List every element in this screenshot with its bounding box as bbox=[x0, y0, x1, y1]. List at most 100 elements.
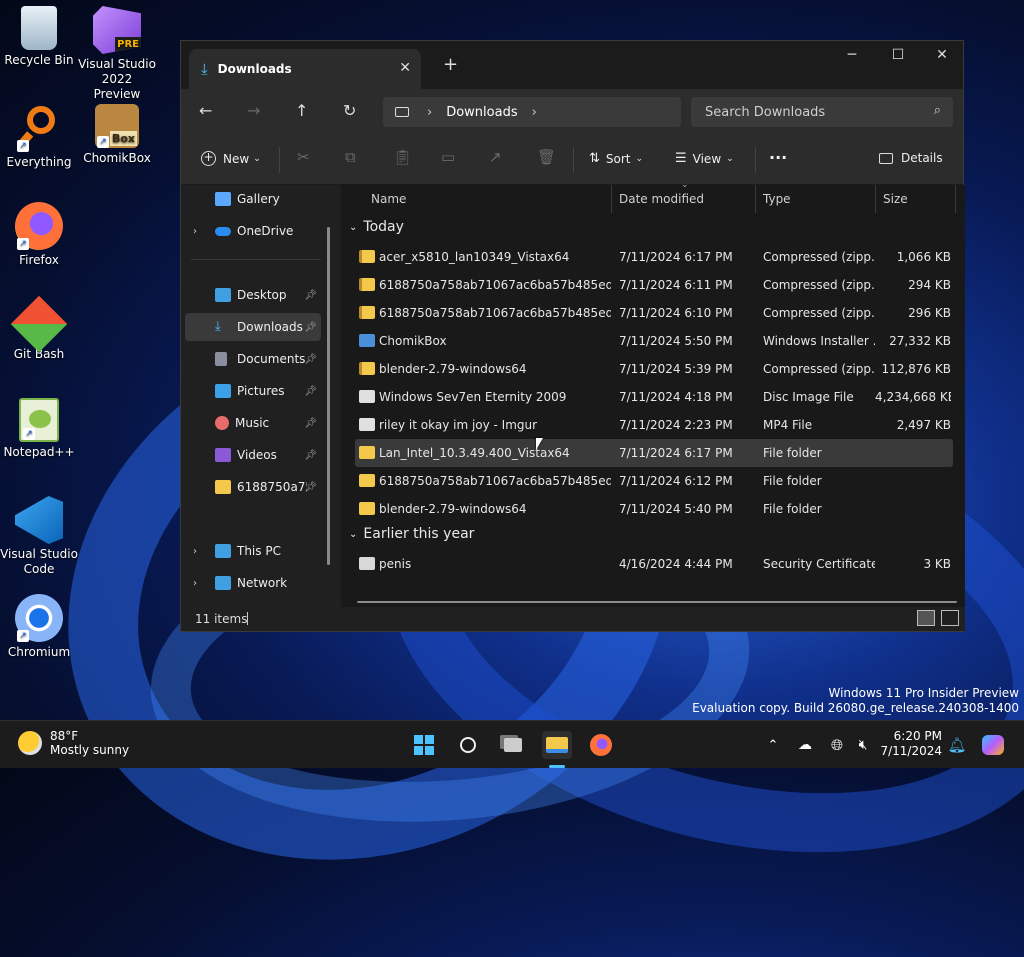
nav-item-music[interactable]: Music 📌︎ bbox=[185, 409, 321, 437]
search-input[interactable]: Search Downloads bbox=[705, 105, 825, 120]
nav-item-downloads[interactable]: ⤓ Downloads 📌︎ bbox=[185, 313, 321, 341]
column-header-type[interactable]: Type bbox=[763, 185, 791, 213]
horizontal-scrollbar[interactable] bbox=[357, 601, 957, 603]
file-row[interactable]: penis 4/16/2024 4:44 PM Security Certifica… bbox=[355, 550, 953, 578]
share-icon[interactable]: ↗ bbox=[489, 148, 502, 166]
rename-icon[interactable]: ▭ bbox=[441, 148, 455, 166]
view-button[interactable]: ☰ View ⌄ bbox=[675, 151, 734, 166]
nav-item-desktop[interactable]: Desktop 📌︎ bbox=[185, 281, 321, 309]
file-row[interactable]: Lan_Intel_10.3.49.400_Vistax64 7/11/2024 … bbox=[355, 439, 953, 467]
notepad-plus-plus-icon: ↗ bbox=[19, 398, 59, 442]
nav-item-pictures[interactable]: Pictures 📌︎ bbox=[185, 377, 321, 405]
volume-muted-icon[interactable]: 🔇︎ bbox=[848, 731, 878, 759]
desktop-icon-vscode[interactable]: ↗ Visual Studio Code bbox=[0, 496, 78, 577]
group-header-today[interactable]: ⌄ Today bbox=[349, 219, 404, 235]
weather-widget[interactable]: 88°F Mostly sunny bbox=[18, 729, 129, 757]
details-pane-button[interactable]: Details bbox=[879, 151, 943, 165]
desktop-icon-notepad-plus-plus[interactable]: ↗ Notepad++ bbox=[0, 398, 78, 460]
task-view-button[interactable] bbox=[498, 731, 528, 759]
pin-icon[interactable]: 📌︎ bbox=[304, 386, 317, 397]
close-tab-icon[interactable]: ✕ bbox=[399, 60, 411, 76]
refresh-button[interactable]: ↻ bbox=[343, 101, 356, 120]
nav-label: Documents bbox=[237, 352, 306, 366]
column-header-name[interactable]: Name bbox=[371, 185, 406, 213]
chevron-right-icon[interactable]: › bbox=[193, 226, 197, 237]
pin-icon[interactable]: 📌︎ bbox=[304, 482, 317, 493]
new-button[interactable]: + New ⌄ bbox=[201, 151, 261, 166]
new-tab-button[interactable]: + bbox=[443, 54, 458, 75]
column-header-date[interactable]: Date modified bbox=[619, 185, 704, 213]
chevron-right-icon[interactable]: › bbox=[193, 578, 197, 589]
file-date: 4/16/2024 4:44 PM bbox=[619, 557, 733, 571]
group-header-earlier[interactable]: ⌄ Earlier this year bbox=[349, 526, 474, 542]
file-explorer-taskbar-button[interactable] bbox=[542, 731, 572, 759]
desktop-icon-label: Chromium bbox=[7, 645, 71, 659]
search-icon: ⌕ bbox=[933, 103, 941, 118]
chevron-right-icon[interactable]: › bbox=[193, 546, 197, 557]
pin-icon[interactable]: 📌︎ bbox=[304, 290, 317, 301]
pin-icon[interactable]: 📌︎ bbox=[304, 418, 317, 429]
nav-scrollbar[interactable] bbox=[327, 227, 330, 565]
nav-item-folder[interactable]: 6188750a758a 📌︎ bbox=[185, 473, 321, 501]
file-row[interactable]: 6188750a758ab71067ac6ba57b485ed1 7/11/202… bbox=[355, 299, 953, 327]
pin-icon[interactable]: 📌︎ bbox=[304, 322, 317, 333]
file-row[interactable]: Windows Sev7en Eternity 2009 7/11/2024 4:… bbox=[355, 383, 953, 411]
start-button[interactable] bbox=[409, 731, 439, 759]
close-window-button[interactable]: ✕ bbox=[919, 47, 965, 63]
divider bbox=[955, 185, 956, 213]
pin-icon[interactable]: 📌︎ bbox=[304, 354, 317, 365]
desktop-icon-firefox[interactable]: ↗ Firefox bbox=[0, 202, 78, 268]
back-button[interactable]: ← bbox=[199, 101, 212, 120]
show-hidden-icons-button[interactable]: ⌃ bbox=[758, 731, 788, 759]
copilot-icon[interactable] bbox=[978, 731, 1008, 759]
file-row[interactable]: riley it okay im joy - Imgur 7/11/2024 2:… bbox=[355, 411, 953, 439]
nav-item-onedrive[interactable]: › OneDrive bbox=[185, 217, 321, 245]
nav-item-this-pc[interactable]: › This PC bbox=[185, 537, 321, 565]
paste-icon[interactable]: 📋︎ bbox=[393, 148, 412, 166]
sort-button[interactable]: ⇅ Sort ⌄ bbox=[589, 151, 643, 166]
search-box[interactable]: Search Downloads ⌕ bbox=[691, 97, 953, 127]
address-segment-downloads[interactable]: Downloads bbox=[446, 105, 517, 120]
file-explorer-window[interactable]: ⤓ Downloads ✕ + ─ ☐ ✕ ← → ↑ ↻ › Download… bbox=[180, 40, 965, 632]
more-options-button[interactable]: ··· bbox=[769, 148, 787, 167]
search-taskbar-button[interactable] bbox=[453, 731, 483, 759]
file-row[interactable]: 6188750a758ab71067ac6ba57b485ed1 7/11/202… bbox=[355, 467, 953, 495]
forward-button[interactable]: → bbox=[247, 101, 260, 120]
desktop-icon-recycle-bin[interactable]: Recycle Bin bbox=[0, 6, 78, 68]
file-row[interactable]: 6188750a758ab71067ac6ba57b485ed1 (2) 7/11… bbox=[355, 271, 953, 299]
file-date: 7/11/2024 2:23 PM bbox=[619, 418, 733, 432]
file-row[interactable]: ChomikBox 7/11/2024 5:50 PM Windows Instal… bbox=[355, 327, 953, 355]
sort-button-label: Sort bbox=[605, 151, 631, 166]
minimize-button[interactable]: ─ bbox=[829, 47, 875, 63]
delete-icon[interactable]: 🗑︎ bbox=[537, 148, 556, 166]
copy-icon[interactable]: ⧉ bbox=[345, 148, 356, 166]
tab-downloads[interactable]: ⤓ Downloads ✕ bbox=[189, 49, 421, 89]
nav-item-gallery[interactable]: Gallery bbox=[185, 185, 321, 213]
maximize-button[interactable]: ☐ bbox=[875, 47, 921, 63]
music-icon bbox=[215, 416, 229, 430]
cut-icon[interactable]: ✂ bbox=[297, 148, 310, 166]
pin-icon[interactable]: 📌︎ bbox=[304, 450, 317, 461]
file-row[interactable]: blender-2.79-windows64 7/11/2024 5:40 PM F… bbox=[355, 495, 953, 523]
plus-circle-icon: + bbox=[201, 151, 216, 166]
file-row[interactable]: blender-2.79-windows64 7/11/2024 5:39 PM C… bbox=[355, 355, 953, 383]
notification-bell-icon[interactable]: 🔔︎ bbox=[942, 731, 972, 759]
column-header-size[interactable]: Size bbox=[883, 185, 908, 213]
desktop-icon-everything[interactable]: ↗ Everything bbox=[0, 104, 78, 170]
nav-item-documents[interactable]: Documents 📌︎ bbox=[185, 345, 321, 373]
firefox-taskbar-button[interactable] bbox=[586, 731, 616, 759]
network-status-icon[interactable]: ☁ bbox=[790, 731, 820, 759]
title-bar[interactable]: ⤓ Downloads ✕ + ─ ☐ ✕ bbox=[181, 41, 963, 89]
clock[interactable]: 6:20 PM 7/11/2024 bbox=[880, 729, 942, 759]
up-button[interactable]: ↑ bbox=[295, 101, 308, 120]
desktop-icon-chromium[interactable]: ↗ Chromium bbox=[0, 594, 78, 660]
desktop-icon-visual-studio[interactable]: PRE Visual Studio 2022 Preview bbox=[78, 6, 156, 102]
desktop-icon-git-bash[interactable]: Git Bash bbox=[0, 295, 78, 362]
address-bar[interactable]: › Downloads › bbox=[383, 97, 681, 127]
desktop-icon-chomikbox[interactable]: Box ↗ ChomikBox bbox=[78, 104, 156, 166]
details-view-icon[interactable] bbox=[917, 610, 935, 626]
nav-item-videos[interactable]: Videos 📌︎ bbox=[185, 441, 321, 469]
nav-item-network[interactable]: › Network bbox=[185, 569, 321, 597]
file-row[interactable]: acer_x5810_lan10349_Vistax64 7/11/2024 6:… bbox=[355, 243, 953, 271]
tiles-view-icon[interactable] bbox=[941, 610, 959, 626]
